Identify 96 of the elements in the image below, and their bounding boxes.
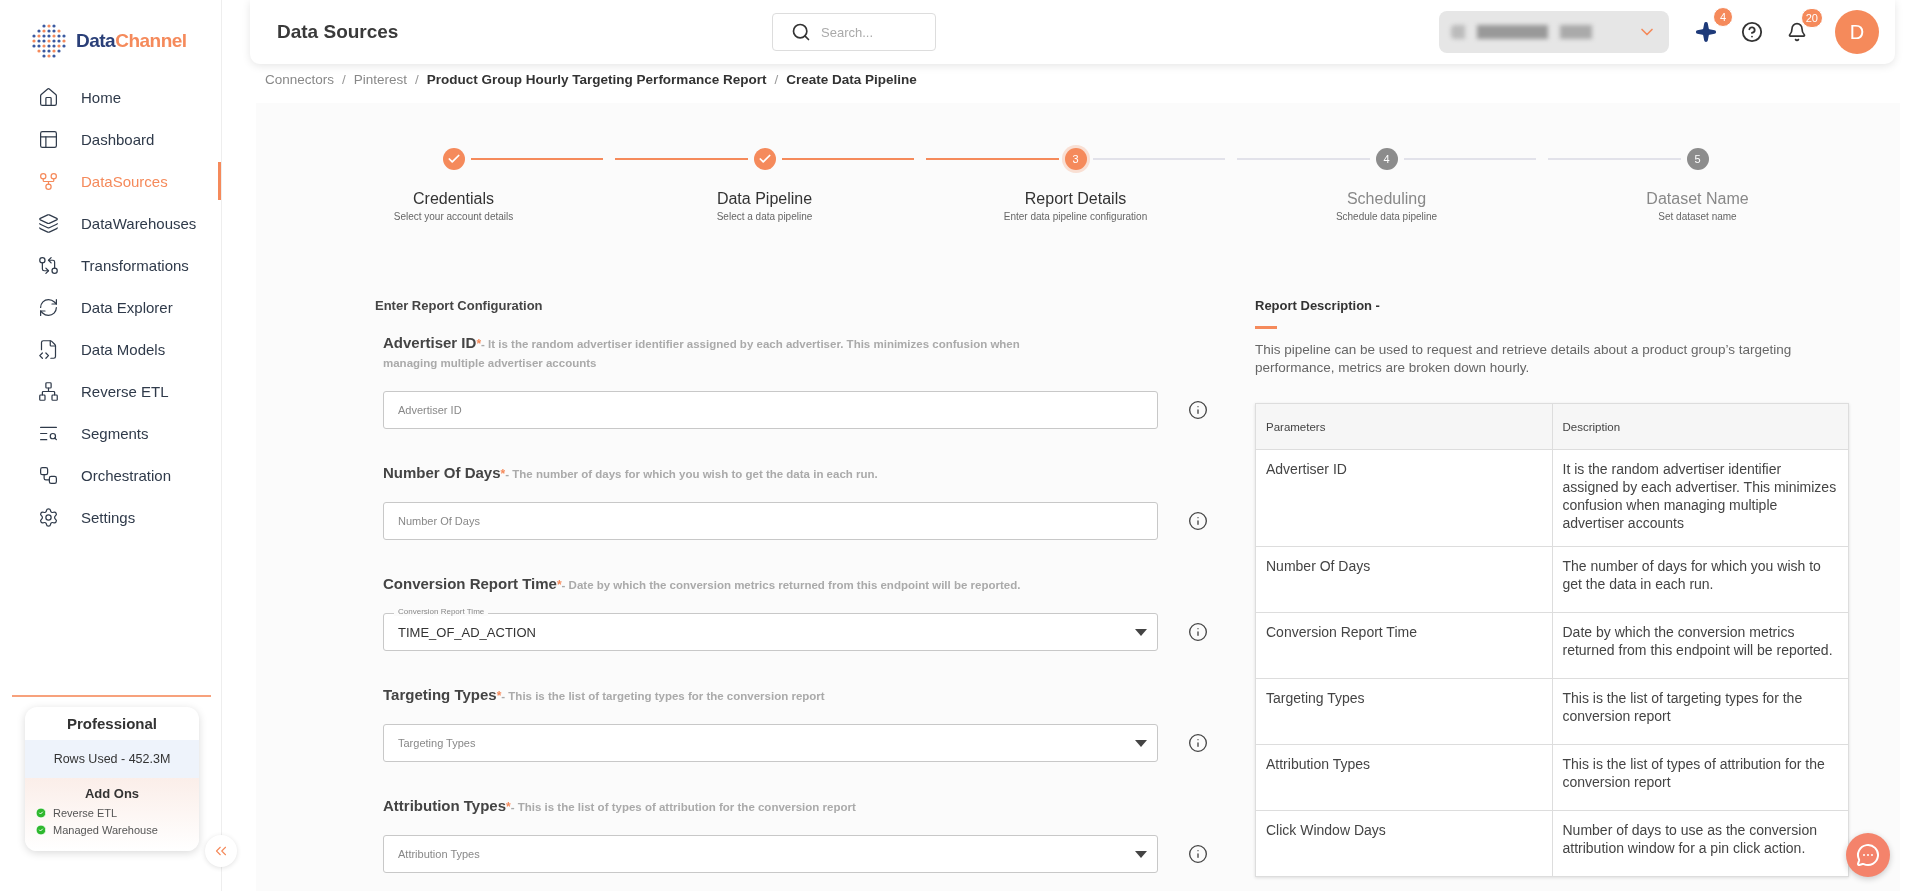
sidebar-item[interactable]: Settings xyxy=(0,498,221,536)
step-subtitle: Select your account details xyxy=(393,211,514,222)
search-field[interactable]: Search... xyxy=(772,13,936,51)
layers-icon xyxy=(38,212,59,234)
table-cell: This is the list of types of attribution for the conversion report xyxy=(1552,744,1849,811)
step-subtitle: Set dataset name xyxy=(1658,211,1737,222)
bell-icon xyxy=(1787,22,1807,42)
column-header: Description xyxy=(1552,403,1849,450)
select-field[interactable]: Targeting Types xyxy=(383,724,1158,762)
step-subtitle: Select a data pipeline xyxy=(716,211,813,222)
breadcrumb-separator: / xyxy=(342,71,346,87)
count-badge: 4 xyxy=(1713,7,1733,27)
step-title: Credentials xyxy=(413,190,494,208)
info-button[interactable] xyxy=(1188,511,1208,531)
sidebar-item[interactable]: Segments xyxy=(0,414,221,452)
addon-label: Managed Warehouse xyxy=(53,824,158,836)
table-cell: Attribution Types xyxy=(1255,744,1552,811)
sidebar-item[interactable]: Home xyxy=(0,78,221,116)
field-label: Number Of Days*- The number of days for which you wish to get the data in each run. xyxy=(382,463,879,483)
step-title: Dataset Name xyxy=(1646,190,1749,208)
info-button[interactable] xyxy=(1188,622,1208,642)
table-cell: It is the random advertiser identifier assigned by each advertiser. This minimizes confusion when managing multiple advertiser accounts xyxy=(1552,449,1849,547)
info-icon xyxy=(1188,844,1208,864)
field-label: Attribution Types*- This is the list of types of attribution for the conversion report xyxy=(382,796,857,816)
table-cell: Conversion Report Time xyxy=(1255,612,1552,679)
text-input[interactable]: Number Of Days xyxy=(383,502,1158,540)
table-cell: Number of days to use as the conversion attribution window for a pin click action. xyxy=(1552,810,1849,877)
breadcrumb-separator: / xyxy=(415,71,419,87)
table-cell: Number Of Days xyxy=(1255,546,1552,613)
column-header: Parameters xyxy=(1255,403,1552,450)
sidebar-item[interactable]: Data Models xyxy=(0,330,221,368)
sidebar-item[interactable]: Orchestration xyxy=(0,456,221,494)
plan-title: Professional xyxy=(66,714,158,734)
sparkle-icon xyxy=(1695,21,1717,43)
sidebar-item[interactable]: Transformations xyxy=(0,246,221,284)
sidebar-item[interactable]: Reverse ETL xyxy=(0,372,221,410)
text-input[interactable]: Advertiser ID xyxy=(383,391,1158,429)
step-subtitle: Enter data pipeline configuration xyxy=(1003,211,1148,222)
breadcrumb-link[interactable]: Product Group Hourly Targeting Performance Report xyxy=(426,71,767,87)
breadcrumb-link[interactable]: Connectors xyxy=(265,71,335,87)
step-subtitle: Schedule data pipeline xyxy=(1335,211,1438,222)
info-icon xyxy=(1188,622,1208,642)
sidebar-item[interactable]: Dashboard xyxy=(0,120,221,158)
search-input[interactable]: Search... xyxy=(819,23,909,41)
sidebar-item[interactable]: DataWarehouses xyxy=(0,204,221,242)
field-label: Conversion Report Time*- Date by which the conversion metrics returned from this endpoint will be reported. xyxy=(382,574,1022,594)
caret-down-icon xyxy=(1135,850,1147,858)
step-number: 3 xyxy=(1064,148,1087,170)
page-title: Data Sources xyxy=(277,21,400,43)
step-number: 5 xyxy=(1686,148,1709,170)
count-badge: 20 xyxy=(1800,8,1823,28)
step-title: Report Details xyxy=(1024,190,1127,208)
breadcrumb-link[interactable]: Create Data Pipeline xyxy=(786,71,917,87)
help-icon xyxy=(1741,21,1763,43)
table-cell: Click Window Days xyxy=(1255,810,1552,877)
table-cell: Advertiser ID xyxy=(1255,449,1552,547)
fork-icon xyxy=(38,170,59,192)
rows-used: Rows Used - 452.3M xyxy=(25,740,199,778)
report-title: Report Description - xyxy=(1255,298,1381,313)
file-code-icon xyxy=(38,338,59,360)
network-icon xyxy=(38,380,59,402)
home-icon xyxy=(38,86,59,108)
table-cell: Targeting Types xyxy=(1255,678,1552,745)
section-title: Enter Report Configuration xyxy=(375,298,544,313)
table-cell: The number of days for which you wish to get the data in each run. xyxy=(1552,546,1849,613)
addon-label: Reverse ETL xyxy=(53,807,118,819)
settings-icon xyxy=(38,506,59,528)
info-icon xyxy=(1188,511,1208,531)
addons-title: Add Ons xyxy=(83,786,141,801)
info-icon xyxy=(1188,733,1208,753)
info-button[interactable] xyxy=(1188,733,1208,753)
refresh-icon xyxy=(38,296,59,318)
step-number: 4 xyxy=(1375,148,1398,170)
breadcrumb-separator: / xyxy=(774,71,779,87)
info-button[interactable] xyxy=(1188,400,1208,420)
info-button[interactable] xyxy=(1188,844,1208,864)
chat-bubble-icon xyxy=(1856,843,1880,867)
brand-name: DataChannel xyxy=(76,30,187,52)
caret-down-icon xyxy=(1135,628,1147,636)
field-label: Advertiser ID*- It is the random advertiser identifier assigned by each advertiser. This minimizes confusion when managing multiple advertiser accounts xyxy=(382,333,1021,371)
step-title: Data Pipeline xyxy=(716,190,813,208)
breadcrumb-link[interactable]: Pinterest xyxy=(353,71,408,87)
panels-icon xyxy=(38,128,59,150)
select-field[interactable]: Attribution Types xyxy=(383,835,1158,873)
info-icon xyxy=(1188,400,1208,420)
sidebar-item[interactable]: Data Explorer xyxy=(0,288,221,326)
report-summary: This pipeline can be used to request and retrieve details about a product group’s targeting performance, metrics are broken down hourly. xyxy=(1255,341,1793,377)
caret-down-icon xyxy=(1135,739,1147,747)
globe-logo-icon xyxy=(30,22,68,60)
field-label: Targeting Types*- This is the list of targeting types for the conversion report xyxy=(382,685,826,705)
workflow-icon xyxy=(38,464,59,486)
compare-arrows-icon xyxy=(38,254,59,276)
search-icon xyxy=(791,22,811,42)
table-cell: Date by which the conversion metrics returned from this endpoint will be reported. xyxy=(1552,612,1849,679)
table-cell: This is the list of targeting types for the conversion report xyxy=(1552,678,1849,745)
step-title: Scheduling xyxy=(1346,190,1427,208)
